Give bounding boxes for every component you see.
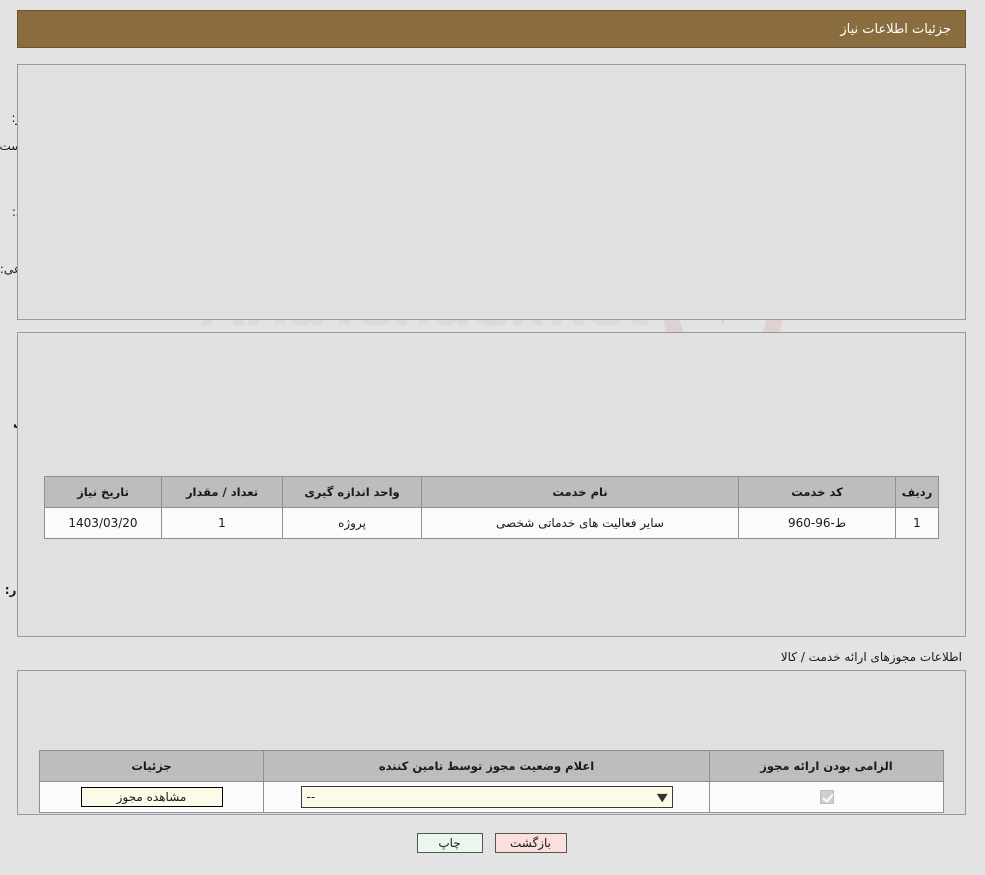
- permits-table: الزامی بودن ارائه مجوز اعلام وضعیت مجوز …: [40, 750, 945, 813]
- cell-need-date: 1403/03/20: [45, 507, 163, 539]
- services-table-header-row: ردیف کد خدمت نام خدمت واحد اندازه گیری ت…: [45, 476, 940, 508]
- page-title: جزئیات اطلاعات نیاز: [841, 21, 952, 37]
- permit-required-checkbox: [820, 790, 835, 805]
- cell-quantity: 1: [162, 507, 284, 539]
- column-need-date: تاریخ نیاز: [45, 476, 163, 508]
- column-row-number: ردیف: [896, 476, 940, 508]
- permits-caption: اطلاعات مجوزهای ارائه خدمت / کالا: [781, 650, 963, 664]
- column-unit: واحد اندازه گیری: [283, 476, 423, 508]
- cell-service-name: سایر فعالیت های خدماتی شخصی: [422, 507, 740, 539]
- permit-status-value: --: [307, 790, 317, 804]
- permits-table-header-row: الزامی بودن ارائه مجوز اعلام وضعیت مجوز …: [40, 750, 945, 782]
- page-header: جزئیات اطلاعات نیاز: [18, 10, 967, 48]
- permit-status-select[interactable]: ▼ --: [301, 786, 674, 808]
- back-button[interactable]: بازگشت: [495, 833, 568, 853]
- column-permit-status: اعلام وضعیت مجوز توسط تامین کننده: [264, 750, 711, 782]
- services-table-wrapper: ردیف کد خدمت نام خدمت واحد اندازه گیری ت…: [45, 476, 940, 539]
- cell-permit-details: مشاهده مجوز: [40, 781, 265, 813]
- cell-unit: پروژه: [283, 507, 423, 539]
- column-permit-required: الزامی بودن ارائه مجوز: [710, 750, 945, 782]
- view-permit-button[interactable]: مشاهده مجوز: [81, 787, 224, 807]
- column-quantity: تعداد / مقدار: [162, 476, 284, 508]
- table-row: 1 ط-96-960 سایر فعالیت های خدماتی شخصی پ…: [45, 507, 940, 539]
- column-permit-details: جزئیات: [40, 750, 265, 782]
- table-row: ▼ -- مشاهده مجوز: [40, 781, 945, 813]
- cell-permit-required: [710, 781, 945, 813]
- permits-table-wrapper: الزامی بودن ارائه مجوز اعلام وضعیت مجوز …: [40, 750, 945, 813]
- column-service-code: کد خدمت: [739, 476, 897, 508]
- cell-permit-status: ▼ --: [264, 781, 711, 813]
- action-buttons: بازگشت چاپ: [0, 833, 985, 853]
- cell-row-number: 1: [896, 507, 940, 539]
- services-table: ردیف کد خدمت نام خدمت واحد اندازه گیری ت…: [45, 476, 940, 539]
- need-summary-panel: [18, 64, 967, 320]
- chevron-down-icon: ▼: [657, 790, 669, 804]
- cell-service-code: ط-96-960: [739, 507, 897, 539]
- print-button[interactable]: چاپ: [417, 833, 484, 853]
- column-service-name: نام خدمت: [422, 476, 740, 508]
